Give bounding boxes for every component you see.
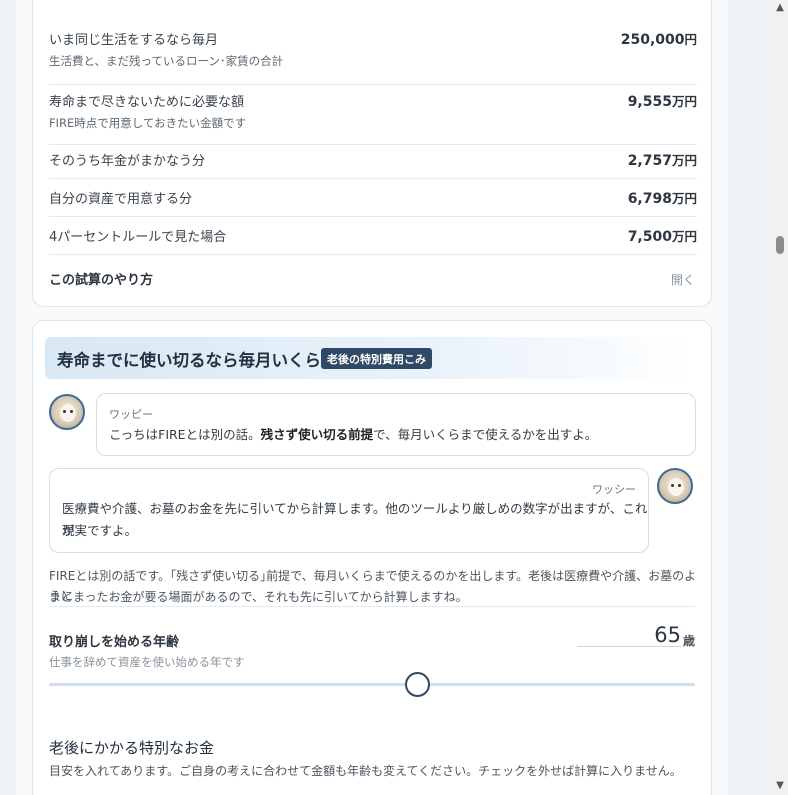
row-label: そのうち年金がまかなう分 — [49, 154, 206, 169]
age-slider-track[interactable] — [49, 683, 695, 686]
divider — [49, 606, 695, 607]
howto-toggle[interactable]: この試算のやり方 — [49, 269, 153, 288]
status-badge: 老後の特別費用こみ — [321, 348, 432, 369]
summary-row: 寿命まで尽きないために必要な額 FIRE時点で用意しておきたい金額です 9,55… — [49, 85, 697, 145]
chat-text-line: 医療費や介護、お墓のお金を先に引いてから計算します。他のツールより厳しめの数字が… — [62, 501, 648, 538]
row-label: 4パーセントルールで見た場合 — [49, 230, 227, 245]
special-costs-heading: 老後にかかる特別なお金 — [49, 739, 215, 757]
age-sub: 仕事を辞めて資産を使い始める年です — [49, 655, 245, 669]
chat-bubble-wappy: ワッピー こっちはFIREとは別の話。残さず使い切る前提で、毎月いくらまで使える… — [96, 393, 696, 456]
description-line: まとまったお金が要る場面があるので、それも先に引いてから計算しますね。 — [49, 590, 468, 604]
row-sub: 生活費と、まだ残っているローン･家賃の合計 — [49, 54, 284, 68]
row-value: 6,798万円 — [627, 191, 697, 207]
chat-bubble-wasshy: ワッシー 医療費や介護、お墓のお金を先に引いてから計算します。他のツールより厳し… — [49, 468, 649, 553]
scrollbar-thumb[interactable] — [776, 236, 784, 254]
row-value: 7,500万円 — [627, 229, 697, 245]
chat-text: こっちはFIREとは別の話。残さず使い切る前提で、毎月いくらまで使えるかを出すよ… — [109, 427, 598, 442]
wappy-avatar — [49, 394, 85, 430]
summary-card: いま同じ生活をするなら毎月 生活費と、まだ残っているローン･家賃の合計 250,… — [32, 0, 712, 307]
row-value: 9,555万円 — [627, 94, 697, 110]
chat-text-line: 現実ですよ。 — [62, 523, 138, 538]
age-input[interactable]: 65 — [577, 623, 681, 647]
summary-row: いま同じ生活をするなら毎月 生活費と、まだ残っているローン･家賃の合計 250,… — [49, 25, 697, 85]
summary-row: 4パーセントルールで見た場合 7,500万円 — [49, 217, 697, 255]
spend-down-card: 寿命までに使い切るなら毎月いくら 老後の特別費用こみ ワッピー こっちはFIRE… — [32, 320, 712, 795]
row-sub: FIRE時点で用意しておきたい金額です — [49, 116, 247, 130]
summary-row: 自分の資産で用意する分 6,798万円 — [49, 179, 697, 217]
open-toggle-link[interactable]: 開く — [671, 271, 695, 288]
age-unit: 歳 — [683, 634, 696, 648]
row-value: 250,000円 — [620, 32, 697, 48]
scroll-up-icon[interactable]: ▲ — [772, 2, 788, 13]
section-title: 寿命までに使い切るなら毎月いくら — [57, 351, 321, 370]
age-label: 取り崩しを始める年齢 — [49, 635, 180, 650]
scrollbar[interactable] — [772, 0, 788, 795]
speaker-name: ワッシー — [592, 483, 636, 496]
summary-row: そのうち年金がまかなう分 2,757万円 — [49, 145, 697, 179]
age-slider-thumb[interactable] — [404, 672, 430, 697]
row-label: いま同じ生活をするなら毎月 — [49, 33, 219, 48]
special-costs-desc: 目安を入れてあります。ご自身の考えに合わせて金額も年齢も変えてください。チェック… — [49, 764, 682, 778]
wasshy-avatar — [657, 468, 693, 504]
section-header: 寿命までに使い切るなら毎月いくら 老後の特別費用こみ — [45, 337, 695, 379]
speaker-name: ワッピー — [109, 408, 153, 421]
row-value: 2,757万円 — [627, 153, 697, 169]
row-label: 自分の資産で用意する分 — [49, 192, 193, 207]
row-label: 寿命まで尽きないために必要な額 — [49, 95, 245, 110]
scroll-down-icon[interactable]: ▼ — [772, 780, 788, 791]
